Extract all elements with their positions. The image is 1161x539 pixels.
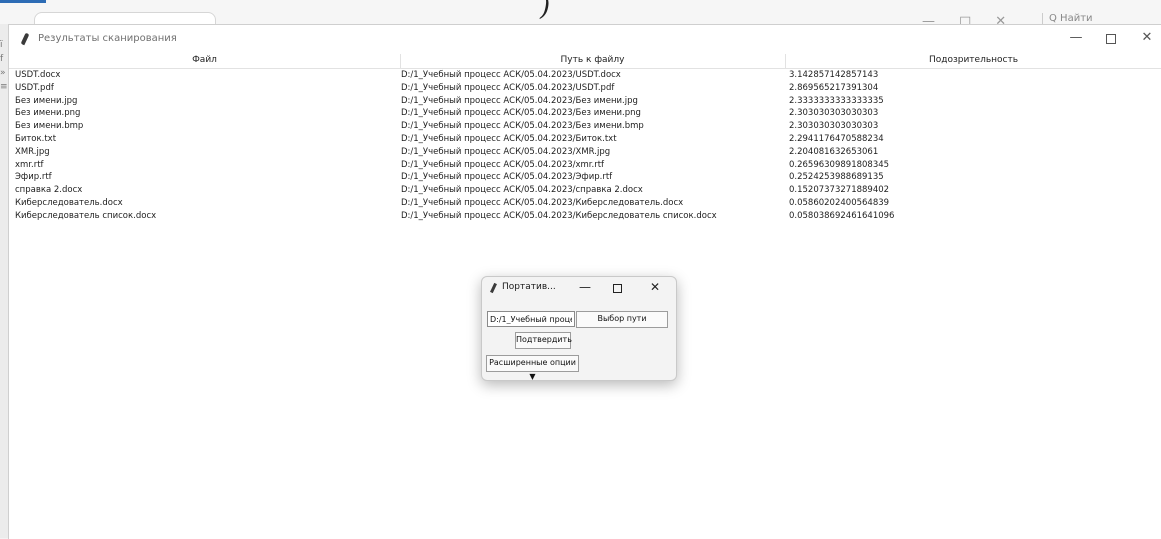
cell-file: Без имени.bmp xyxy=(15,121,84,132)
cell-file: Киберследователь.docx xyxy=(15,197,123,208)
column-header-path[interactable]: Путь к файлу xyxy=(400,55,785,65)
cell-file: USDT.pdf xyxy=(15,82,54,93)
dialog-maximize-button[interactable] xyxy=(613,280,622,296)
cell-file: XMR.jpg xyxy=(15,146,50,157)
cell-suspicion: 0.15207373271889402 xyxy=(789,185,890,196)
feather-icon xyxy=(20,32,30,46)
table-row[interactable]: XMR.jpg D:/1_Учебный процесс АСК/05.04.20… xyxy=(9,146,1161,159)
portable-dialog: Портатив... — ✕ Выбор пути Подтвердить Р… xyxy=(481,276,677,381)
table-row[interactable]: Киберследователь список.docx D:/1_Учебный… xyxy=(9,210,1161,223)
table-row[interactable]: Киберследователь.docx D:/1_Учебный процес… xyxy=(9,197,1161,210)
column-header-file[interactable]: Файл xyxy=(9,55,400,65)
cell-suspicion: 0.26596309891808345 xyxy=(789,159,890,170)
table-row[interactable]: Биток.txt D:/1_Учебный процесс АСК/05.04.… xyxy=(9,133,1161,146)
minimize-button[interactable]: — xyxy=(1066,30,1086,45)
table-header: Файл Путь к файлу Подозрительность xyxy=(9,54,1161,69)
cell-suspicion: 0.2524253988689135 xyxy=(789,172,884,183)
table-body: USDT.docx D:/1_Учебный процесс АСК/05.04.… xyxy=(9,69,1161,223)
close-button[interactable]: ✕ xyxy=(1137,30,1157,45)
cell-path: D:/1_Учебный процесс АСК/05.04.2023/Без … xyxy=(401,108,641,119)
cell-file: справка 2.docx xyxy=(15,185,83,196)
cell-path: D:/1_Учебный процесс АСК/05.04.2023/USDT… xyxy=(401,70,621,80)
browse-path-button[interactable]: Выбор пути xyxy=(576,311,668,328)
cell-path: D:/1_Учебный процесс АСК/05.04.2023/спра… xyxy=(401,185,643,196)
dialog-titlebar: Портатив... — ✕ xyxy=(482,277,676,299)
cell-file: Без имени.jpg xyxy=(15,95,78,106)
results-window-title: Результаты сканирования xyxy=(38,33,177,44)
cell-path: D:/1_Учебный процесс АСК/05.04.2023/XMR.… xyxy=(401,146,611,157)
cell-path: D:/1_Учебный процесс АСК/05.04.2023/Кибе… xyxy=(401,197,684,208)
cell-suspicion: 3.142857142857143 xyxy=(789,70,879,80)
dialog-title: Портатив... xyxy=(502,282,556,292)
path-input[interactable] xyxy=(487,311,575,327)
cell-path: D:/1_Учебный процесс АСК/05.04.2023/Бито… xyxy=(401,133,617,144)
table-row[interactable]: Без имени.jpg D:/1_Учебный процесс АСК/05… xyxy=(9,95,1161,108)
cell-file: Биток.txt xyxy=(15,133,57,144)
table-row[interactable]: USDT.pdf D:/1_Учебный процесс АСК/05.04.2… xyxy=(9,82,1161,95)
maximize-button[interactable] xyxy=(1101,30,1121,48)
results-titlebar: Результаты сканирования — ✕ xyxy=(9,25,1161,54)
table-row[interactable]: Без имени.bmp D:/1_Учебный процесс АСК/05… xyxy=(9,120,1161,133)
cell-suspicion: 2.204081632653061 xyxy=(789,146,879,157)
cell-file: Без имени.png xyxy=(15,108,81,119)
cell-suspicion: 2.303030303030303 xyxy=(789,121,879,132)
column-header-suspicion[interactable]: Подозрительность xyxy=(785,55,1161,65)
cell-suspicion: 0.058038692461641096 xyxy=(789,210,895,221)
table-row[interactable]: Без имени.png D:/1_Учебный процесс АСК/05… xyxy=(9,107,1161,120)
table-row[interactable]: справка 2.docx D:/1_Учебный процесс АСК/0… xyxy=(9,184,1161,197)
cell-path: D:/1_Учебный процесс АСК/05.04.2023/Без … xyxy=(401,95,638,106)
maximize-icon xyxy=(613,284,622,293)
table-row[interactable]: Эфир.rtf D:/1_Учебный процесс АСК/05.04.2… xyxy=(9,171,1161,184)
cell-file: Киберследователь список.docx xyxy=(15,210,157,221)
cell-suspicion: 0.05860202400564839 xyxy=(789,197,890,208)
cell-suspicion: 2.303030303030303 xyxy=(789,108,879,119)
confirm-button[interactable]: Подтвердить xyxy=(515,332,572,349)
cell-path: D:/1_Учебный процесс АСК/05.04.2023/Эфир… xyxy=(401,172,613,183)
cell-path: D:/1_Учебный процесс АСК/05.04.2023/Кибе… xyxy=(401,210,717,221)
background-accent-bar xyxy=(0,0,46,3)
cell-suspicion: 2.3333333333333335 xyxy=(789,95,884,106)
cell-path: D:/1_Учебный процесс АСК/05.04.2023/xmr.… xyxy=(401,159,605,170)
dialog-minimize-button[interactable]: — xyxy=(579,280,591,294)
background-search: Q Найти xyxy=(1042,13,1093,24)
results-table: Файл Путь к файлу Подозрительность USDT.… xyxy=(9,54,1161,223)
dialog-close-button[interactable]: ✕ xyxy=(650,280,660,294)
cell-file: xmr.rtf xyxy=(15,159,44,170)
background-glyph: ) xyxy=(540,0,551,22)
cell-path: D:/1_Учебный процесс АСК/05.04.2023/USDT… xyxy=(401,82,615,93)
cell-file: USDT.docx xyxy=(15,70,61,80)
advanced-options-button[interactable]: Расширенные опции ▼ xyxy=(486,355,579,381)
feather-icon xyxy=(490,282,497,294)
table-row[interactable]: USDT.docx D:/1_Учебный процесс АСК/05.04.… xyxy=(9,69,1161,82)
cell-file: Эфир.rtf xyxy=(15,172,52,183)
background-left-edge: ї f» ≡ xyxy=(0,40,8,92)
maximize-icon xyxy=(1106,34,1116,44)
cell-suspicion: 2.2941176470588234 xyxy=(789,133,884,144)
cell-suspicion: 2.869565217391304 xyxy=(789,82,879,93)
cell-path: D:/1_Учебный процесс АСК/05.04.2023/Без … xyxy=(401,121,644,132)
table-row[interactable]: xmr.rtf D:/1_Учебный процесс АСК/05.04.20… xyxy=(9,159,1161,172)
